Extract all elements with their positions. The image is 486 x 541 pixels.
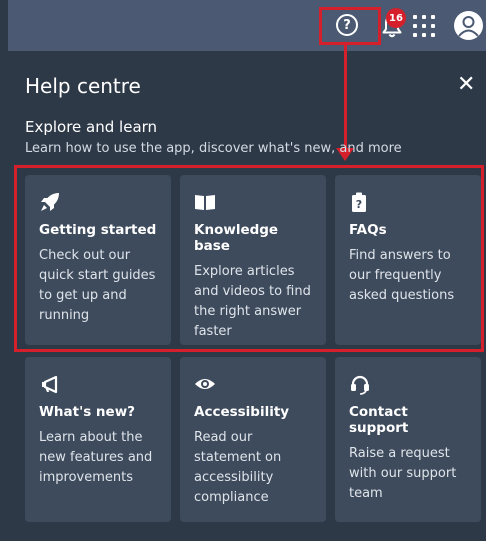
card-whats-new[interactable]: What's new? Learn about the new features… xyxy=(25,357,171,522)
panel-title: Help centre xyxy=(25,74,141,98)
user-icon xyxy=(458,16,479,37)
section-title: Explore and learn xyxy=(25,118,158,136)
apps-grid-icon[interactable] xyxy=(413,15,437,39)
card-text: Learn about the new features and improve… xyxy=(39,430,153,485)
megaphone-icon xyxy=(42,375,58,394)
card-title: Accessibility xyxy=(194,404,290,420)
help-button-highlight xyxy=(319,7,381,45)
card-title: Contact support xyxy=(349,404,409,436)
card-text: Read our statement on accessibility comp… xyxy=(194,430,282,505)
card-title: What's new? xyxy=(39,404,136,420)
headset-icon xyxy=(351,375,369,395)
section-description: Learn how to use the app, discover what'… xyxy=(25,141,402,156)
notification-badge: 16 xyxy=(386,8,406,28)
card-text: Raise a request with our support team xyxy=(349,446,457,501)
card-accessibility[interactable]: Accessibility Read our statement on acce… xyxy=(180,357,326,522)
avatar[interactable] xyxy=(454,11,483,40)
cards-highlight xyxy=(14,165,484,352)
close-icon[interactable]: ✕ xyxy=(457,72,475,97)
annotation-arrow xyxy=(344,45,347,151)
card-contact-support[interactable]: Contact support Raise a request with our… xyxy=(335,357,481,522)
eye-icon xyxy=(195,379,215,389)
